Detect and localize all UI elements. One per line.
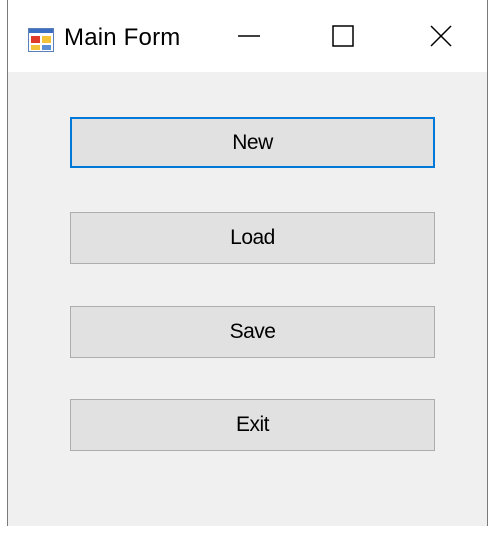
winforms-app-icon bbox=[28, 28, 54, 52]
minimize-button[interactable] bbox=[203, 0, 295, 72]
window-title: Main Form bbox=[64, 24, 181, 51]
maximize-icon bbox=[332, 25, 354, 47]
close-button[interactable] bbox=[395, 0, 487, 72]
main-form-window: Main Form New Load Save Exit bbox=[7, 0, 488, 526]
title-bar[interactable]: Main Form bbox=[8, 0, 487, 72]
new-button[interactable]: New bbox=[70, 117, 435, 168]
load-button[interactable]: Load bbox=[70, 212, 435, 264]
exit-button[interactable]: Exit bbox=[70, 399, 435, 451]
maximize-button[interactable] bbox=[297, 0, 389, 72]
close-icon bbox=[430, 25, 452, 47]
save-button[interactable]: Save bbox=[70, 306, 435, 358]
minimize-icon bbox=[238, 34, 260, 38]
